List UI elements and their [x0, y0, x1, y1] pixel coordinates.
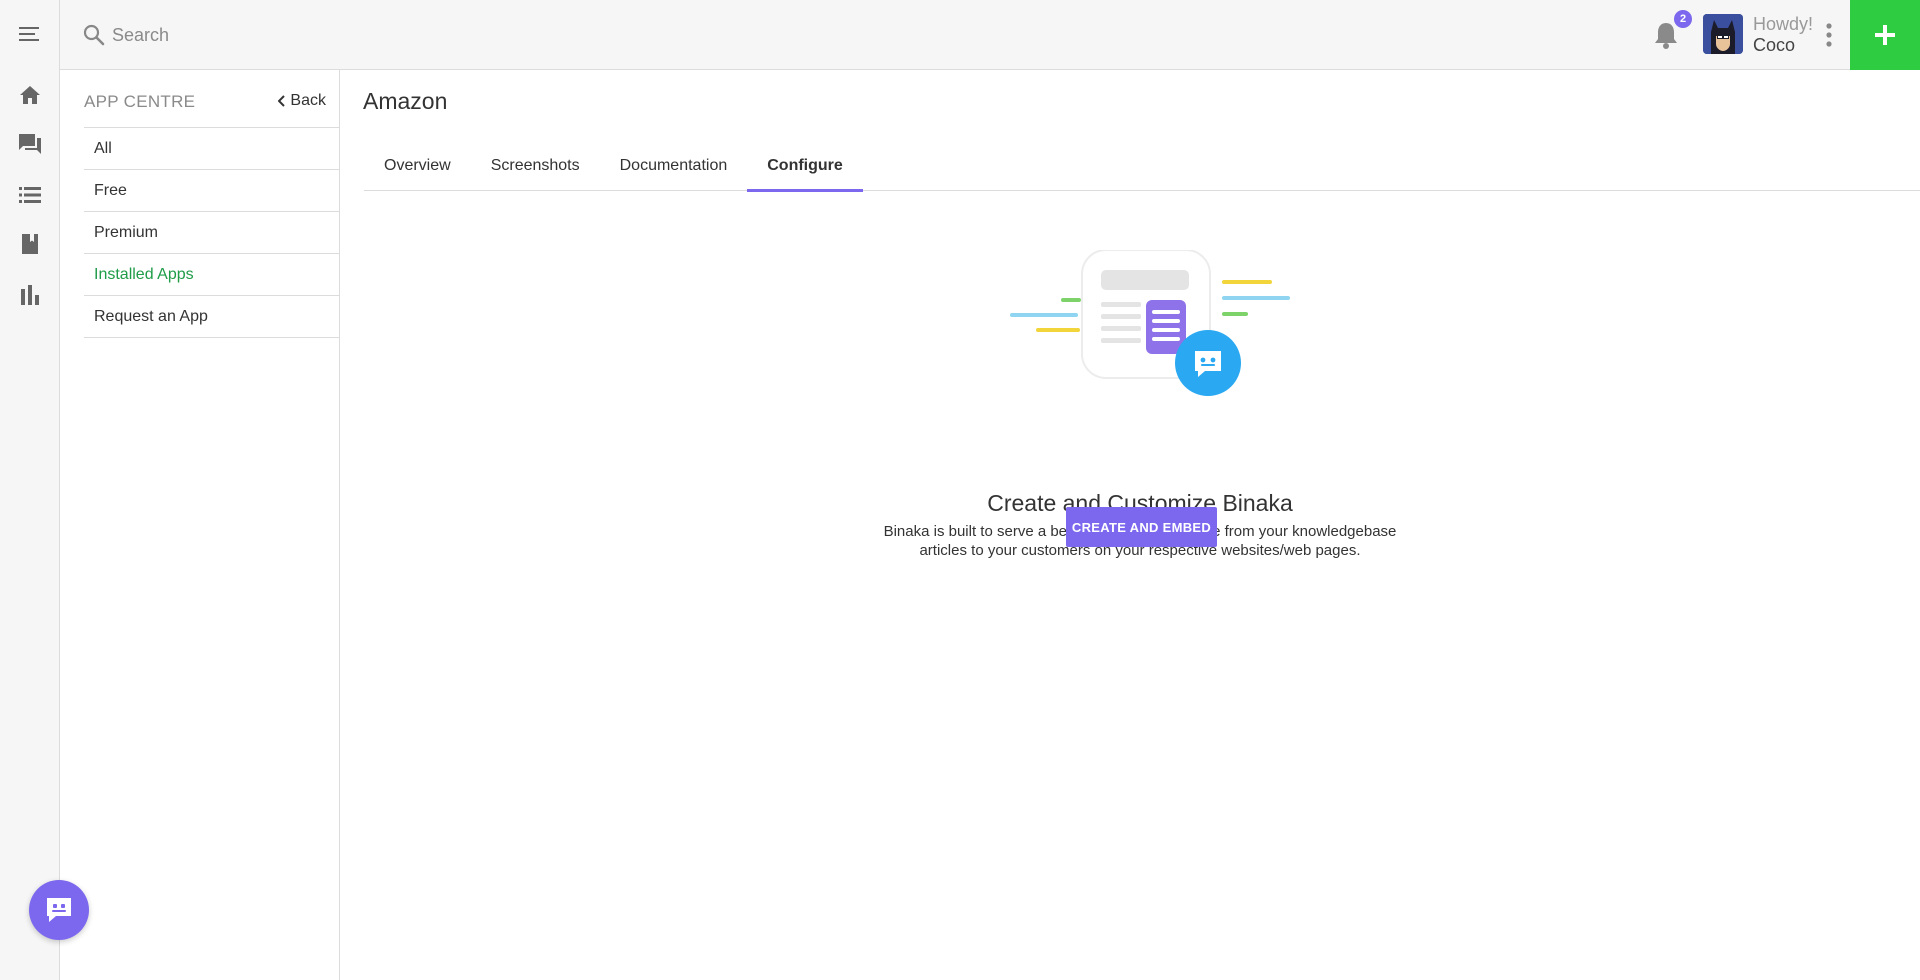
notification-badge: 2 [1674, 10, 1692, 28]
sidebar-item-free[interactable]: Free [84, 170, 340, 212]
back-link-label: Back [290, 92, 326, 109]
search-icon [82, 23, 106, 47]
create-and-embed-button[interactable]: CREATE AND EMBED [1066, 507, 1217, 547]
sidebar-item-premium[interactable]: Premium [84, 212, 340, 254]
sidebar-item-all[interactable]: All [84, 128, 340, 170]
sidebar-item-request-an-app[interactable]: Request an App [84, 296, 340, 338]
tab-bar: Overview Screenshots Documentation Confi… [364, 140, 1920, 192]
username-text: Coco [1753, 35, 1796, 55]
main-content: Amazon Overview Screenshots Documentatio… [340, 70, 1920, 980]
left-rail [0, 0, 60, 980]
tab-configure[interactable]: Configure [747, 140, 863, 192]
tab-screenshots[interactable]: Screenshots [471, 140, 600, 191]
empty-state-illustration [1000, 249, 1300, 410]
chevron-left-icon [278, 95, 286, 107]
greeting-text: Howdy! [1753, 14, 1814, 34]
tab-overview[interactable]: Overview [364, 140, 471, 191]
avatar[interactable] [1703, 14, 1743, 54]
back-link[interactable]: Back [278, 92, 326, 110]
page-title: Amazon [363, 88, 448, 114]
kebab-menu-icon[interactable] [1822, 21, 1836, 49]
chat-bot-icon [47, 898, 71, 922]
bar-chart-icon[interactable] [18, 283, 42, 307]
chat-widget-button[interactable] [29, 880, 89, 940]
tab-documentation[interactable]: Documentation [600, 140, 748, 191]
sidebar-item-installed-apps[interactable]: Installed Apps [84, 254, 340, 296]
list-icon[interactable] [18, 183, 42, 207]
sidebar-list: All Free Premium Installed Apps Request … [84, 128, 340, 338]
home-icon[interactable] [18, 83, 42, 107]
hamburger-menu-icon[interactable] [18, 22, 42, 46]
chat-icon[interactable] [18, 132, 42, 156]
sidebar-header: APP CENTRE Back [84, 90, 340, 128]
plus-icon [1875, 25, 1895, 45]
add-button[interactable] [1850, 0, 1920, 70]
search-input[interactable] [112, 18, 712, 52]
app-centre-sidebar: APP CENTRE Back All Free Premium Install… [60, 70, 340, 980]
book-icon[interactable] [18, 232, 42, 256]
sidebar-title: APP CENTRE [84, 92, 196, 111]
top-bar: 2 Howdy! Coco [60, 0, 1920, 70]
